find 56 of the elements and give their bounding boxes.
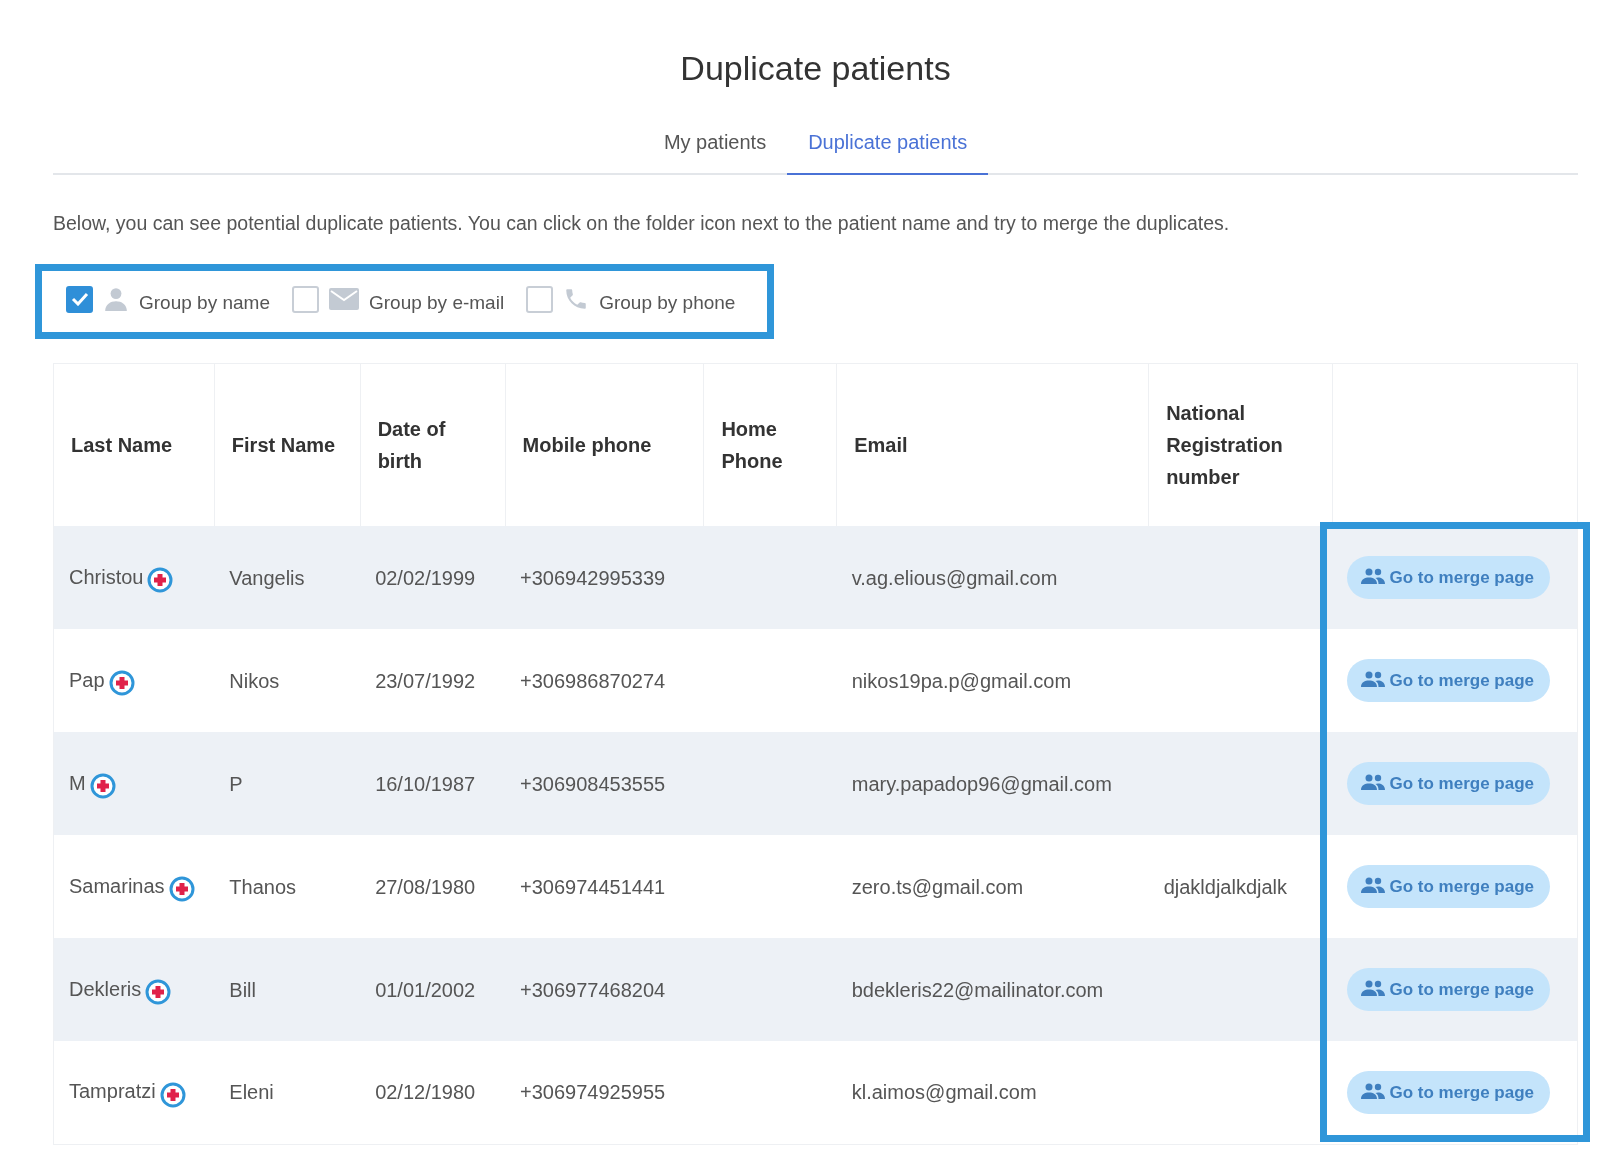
table-cell: M — [69, 771, 86, 794]
checkmark-icon — [70, 292, 89, 307]
table-cell: djakldjalkdjalk — [1148, 835, 1333, 939]
checkbox[interactable] — [291, 285, 319, 313]
table-cell: +306974451441 — [505, 835, 704, 939]
checkbox-label: Group by name — [139, 291, 270, 316]
merge-button[interactable]: Go to merge page — [1347, 1070, 1550, 1115]
tab[interactable]: Duplicate patients — [787, 126, 989, 175]
table-cell: 02/12/1980 — [360, 1041, 506, 1145]
person-icon — [103, 286, 129, 313]
people-icon — [1361, 1082, 1386, 1099]
table-cell: Samarinas — [69, 874, 165, 897]
checkbox-label: Group by phone — [599, 291, 736, 316]
table-cell: +306977468204 — [505, 938, 704, 1042]
table-cell: Nikos — [214, 629, 361, 733]
table-cell: Christou — [69, 565, 144, 588]
merge-button[interactable]: Go to merge page — [1347, 864, 1550, 909]
table-cell: nikos19pa.p@gmail.com — [836, 629, 1149, 733]
table-cell: v.ag.elious@gmail.com — [836, 526, 1149, 630]
table-cell: mary.papadop96@gmail.com — [836, 732, 1149, 836]
people-icon — [1361, 567, 1386, 584]
table-cell: 01/01/2002 — [360, 938, 506, 1042]
checkbox[interactable] — [526, 285, 554, 313]
table-cell: Thanos — [214, 835, 361, 939]
table-cell: 16/10/1987 — [360, 732, 506, 836]
table-cell: +306974925955 — [505, 1041, 704, 1145]
table-cell: +306942995339 — [505, 526, 704, 630]
table-cell: kl.aimos@gmail.com — [836, 1041, 1149, 1145]
table-cell: Bill — [214, 938, 361, 1042]
merge-button[interactable]: Go to merge page — [1347, 967, 1550, 1012]
table-cell: P — [214, 732, 361, 836]
table-cell: 23/07/1992 — [360, 629, 506, 733]
table-cell: Eleni — [214, 1041, 361, 1145]
checkbox-label: Group by e-mail — [368, 291, 505, 316]
table-cell: 27/08/1980 — [360, 835, 506, 939]
checkbox[interactable] — [66, 285, 93, 313]
table-cell: +306908453555 — [505, 732, 704, 836]
table-cell: Pap — [69, 668, 105, 691]
page-title: Duplicate patients — [679, 48, 952, 89]
table-cell: zero.ts@gmail.com — [836, 835, 1149, 939]
table-cell: Vangelis — [214, 526, 361, 630]
people-icon — [1361, 670, 1386, 687]
table-cell: Tampratzi — [69, 1080, 156, 1103]
description-text: Below, you can see potential duplicate patients. You can click on the folder icon next to the patient name and try to merge the duplicates. — [53, 210, 1231, 236]
people-icon — [1361, 979, 1386, 996]
people-icon — [1361, 773, 1386, 790]
merge-button[interactable]: Go to merge page — [1347, 555, 1550, 600]
merge-button[interactable]: Go to merge page — [1347, 658, 1550, 703]
people-icon — [1361, 876, 1386, 893]
tab[interactable]: My patients — [642, 126, 788, 175]
table-cell: 02/02/1999 — [360, 526, 506, 630]
table-cell: bdekleris22@mailinator.com — [836, 938, 1149, 1042]
merge-button[interactable]: Go to merge page — [1347, 761, 1550, 806]
envelope-icon — [328, 287, 359, 312]
table-cell: +306986870274 — [505, 629, 704, 733]
table-cell: Dekleris — [69, 977, 142, 1000]
